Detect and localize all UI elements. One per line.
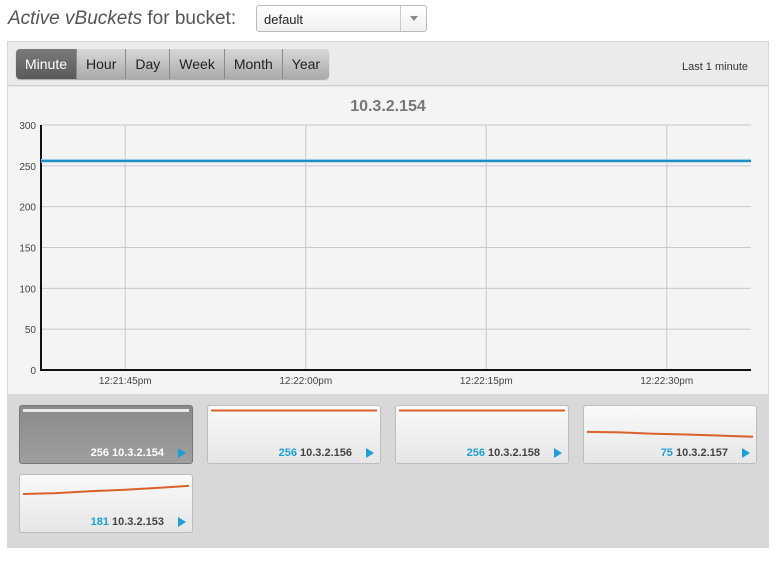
x-tick-label: 12:22:15pm [460, 376, 513, 387]
play-icon[interactable] [554, 448, 562, 458]
sparkline [22, 484, 190, 495]
server-caption: 256 10.3.2.154 [20, 447, 164, 459]
server-thumb-10-3-2-157[interactable]: 75 10.3.2.157 [583, 405, 757, 464]
y-tick-label: 200 [19, 203, 36, 214]
tab-month[interactable]: Month [224, 49, 283, 79]
sparkline [586, 430, 754, 438]
sparkline-line [586, 430, 754, 438]
x-tick-label: 12:22:00pm [279, 376, 332, 387]
range-label: Last 1 minute [681, 61, 748, 73]
vbucket-count: 181 [90, 516, 109, 528]
sparkline-line [22, 484, 190, 495]
period-toolbar: Minute Hour Day Week Month Year Last 1 minute [8, 42, 768, 86]
server-thumb-10-3-2-156[interactable]: 256 10.3.2.156 [207, 405, 381, 464]
vbucket-count: 256 [466, 447, 485, 459]
tab-minute[interactable]: Minute [16, 49, 78, 79]
server-caption: 256 10.3.2.156 [208, 447, 352, 459]
server-ip: 10.3.2.158 [484, 447, 540, 459]
tab-day[interactable]: Day [126, 49, 171, 79]
server-thumb-10-3-2-158[interactable]: 256 10.3.2.158 [395, 405, 569, 464]
page-header: Active vBuckets for bucket: [8, 5, 236, 33]
tab-year[interactable]: Year [282, 49, 330, 79]
bucket-select[interactable]: default [256, 5, 427, 32]
bucket-select-value: default [264, 12, 304, 27]
server-ip: 10.3.2.156 [296, 447, 352, 459]
sparkline [23, 409, 189, 413]
play-icon[interactable] [742, 448, 750, 458]
y-tick-label: 50 [25, 325, 37, 336]
vbucket-count: 256 [278, 447, 297, 459]
vbucket-count: 256 [90, 447, 109, 459]
tab-week[interactable]: Week [170, 49, 225, 79]
server-thumb-10-3-2-154[interactable]: 256 10.3.2.154 [19, 405, 193, 464]
main-chart: 10.3.2.154 0 50 100 150 200 250 300 12:21:45pm 1… [8, 87, 768, 394]
dropdown-arrow-button[interactable] [400, 6, 426, 31]
server-ip: 10.3.2.157 [672, 447, 728, 459]
play-icon[interactable] [178, 517, 186, 527]
server-caption: 75 10.3.2.157 [584, 447, 728, 459]
y-tick-label: 150 [19, 244, 36, 255]
vbucket-count: 75 [660, 447, 673, 459]
y-tick-label: 100 [19, 284, 36, 295]
y-tick-label: 250 [19, 162, 36, 173]
stats-panel: Minute Hour Day Week Month Year Last 1 minute… [7, 41, 769, 548]
play-icon[interactable] [178, 448, 186, 458]
y-tick-label: 0 [30, 366, 36, 377]
server-ip: 10.3.2.154 [108, 447, 164, 459]
x-tick-label: 12:21:45pm [99, 376, 152, 387]
sparkline [399, 409, 565, 412]
server-caption: 181 10.3.2.153 [20, 516, 164, 528]
x-tick-label: 12:22:30pm [640, 376, 693, 387]
tab-hour[interactable]: Hour [77, 49, 127, 79]
period-tabs: Minute Hour Day Week Month Year [16, 49, 330, 79]
chart-canvas: 0 50 100 150 200 250 300 12:21:45pm 12:22:00pm 12… [19, 121, 751, 387]
server-caption: 256 10.3.2.158 [396, 447, 540, 459]
server-thumb-10-3-2-153[interactable]: 181 10.3.2.153 [19, 474, 193, 533]
page-title: Active vBuckets for bucket: [8, 8, 237, 29]
server-ip: 10.3.2.153 [108, 516, 164, 528]
sparkline [211, 409, 377, 412]
chevron-down-icon [410, 16, 418, 21]
y-tick-label: 300 [19, 121, 36, 132]
server-thumbnails: 256 10.3.2.154 256 10.3.2.156 256 10.3.2.1… [8, 394, 768, 548]
play-icon[interactable] [366, 448, 374, 458]
